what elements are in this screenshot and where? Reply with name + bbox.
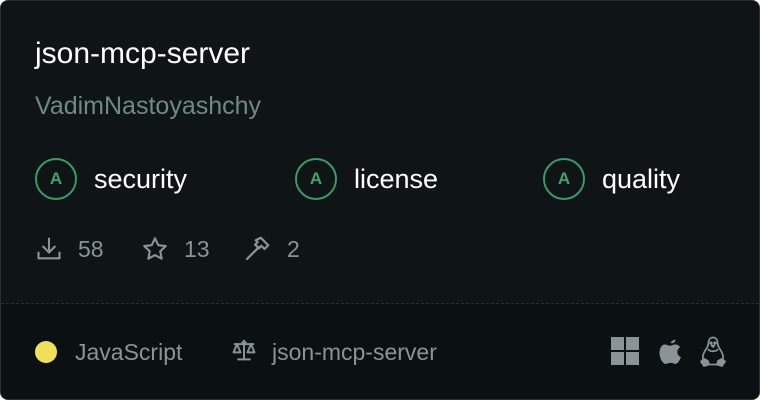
language-label: JavaScript	[75, 338, 183, 365]
mcp-server-card[interactable]: json-mcp-server VadimNastoyashchy A secu…	[0, 0, 760, 400]
server-name[interactable]: json-mcp-server	[35, 34, 250, 74]
grade-badge: A	[35, 158, 77, 200]
scale-icon	[230, 336, 258, 369]
license-indicator: json-mcp-server	[230, 335, 437, 369]
grade-license: A license	[295, 156, 438, 202]
grade-label: quality	[602, 163, 681, 194]
language-indicator: JavaScript	[35, 335, 182, 369]
downloads-count: 58	[78, 235, 104, 262]
card-body: json-mcp-server VadimNastoyashchy A secu…	[1, 1, 759, 303]
tools-stat: 2	[242, 232, 300, 266]
downloads-stat: 58	[35, 232, 104, 266]
language-color-dot	[35, 341, 57, 363]
star-icon	[141, 235, 169, 263]
grade-security: A security	[35, 156, 187, 202]
windows-icon	[610, 335, 640, 367]
grade-quality: A quality	[543, 156, 680, 202]
grade-label: license	[354, 163, 439, 194]
grade-label: security	[94, 163, 188, 194]
linux-icon	[698, 335, 728, 367]
server-owner[interactable]: VadimNastoyashchy	[35, 89, 261, 123]
license-label: json-mcp-server	[272, 338, 437, 365]
hammer-icon	[242, 234, 272, 264]
apple-icon	[655, 335, 685, 367]
grade-badge: A	[295, 158, 337, 200]
stars-count: 13	[184, 235, 210, 262]
tools-count: 2	[287, 235, 300, 262]
stars-stat: 13	[141, 232, 210, 266]
grade-badge: A	[543, 158, 585, 200]
download-icon	[35, 235, 63, 263]
